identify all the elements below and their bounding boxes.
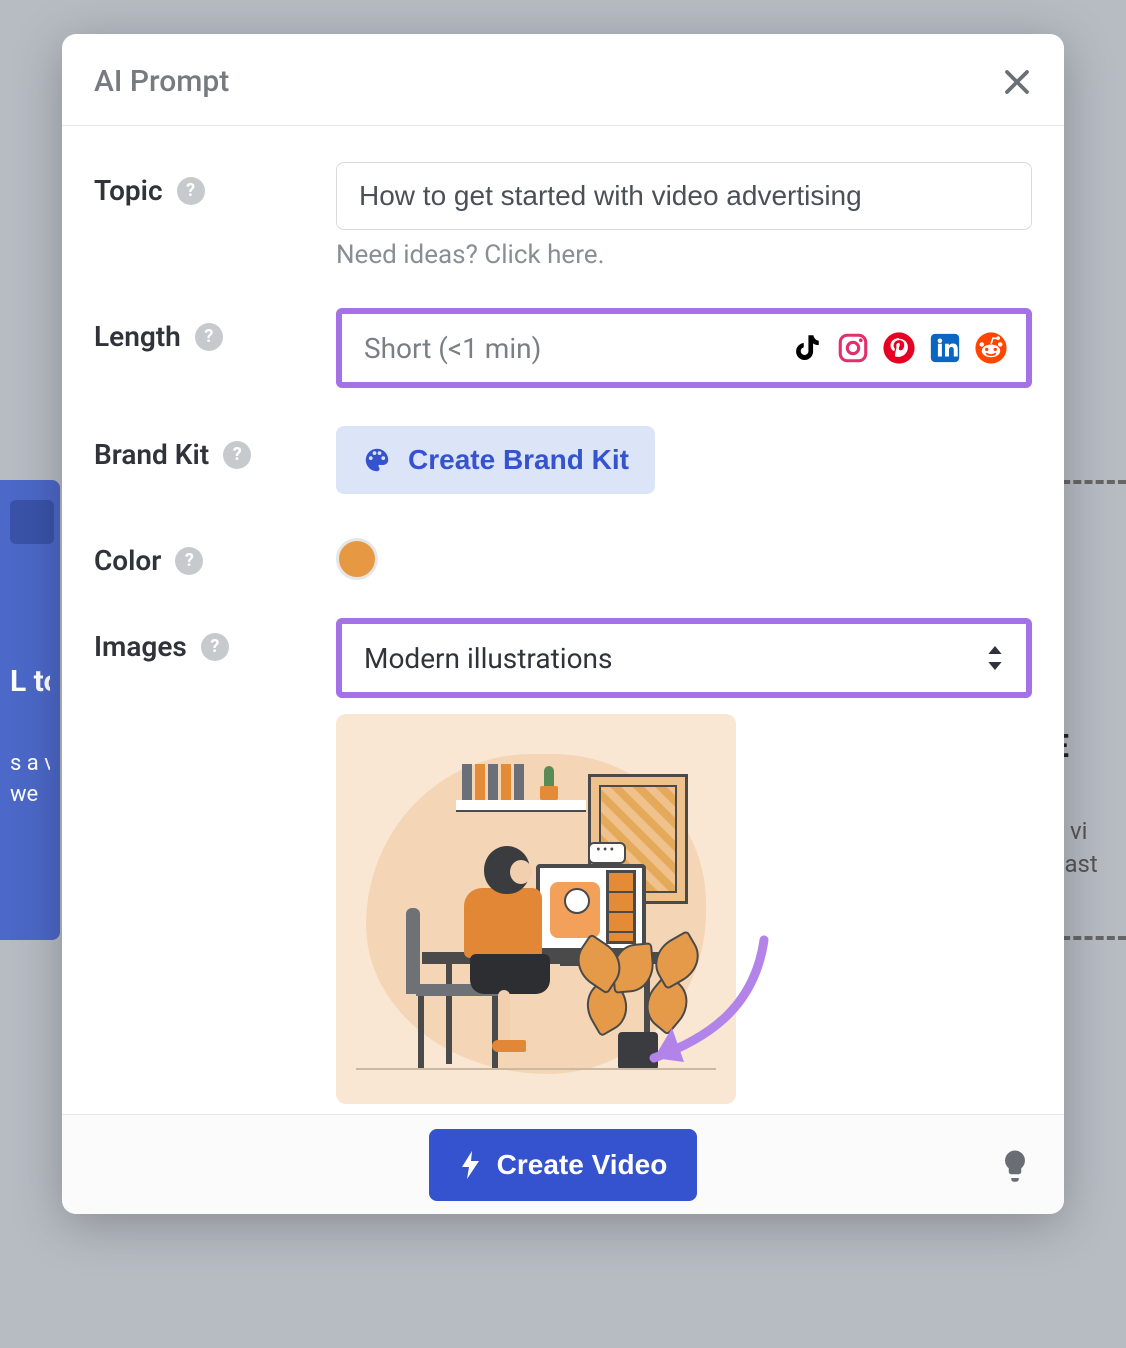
modal-title: AI Prompt: [94, 64, 229, 99]
topic-help-icon[interactable]: ?: [177, 177, 205, 205]
bg-left-title: L to: [10, 664, 50, 699]
color-field-col: [336, 532, 1032, 580]
length-label-col: Length ?: [94, 308, 336, 353]
instagram-icon: [836, 331, 870, 365]
length-row: Length ? Short (<1 min): [94, 308, 1032, 388]
modal-footer: Create Video: [62, 1114, 1064, 1214]
brandkit-label-col: Brand Kit ?: [94, 426, 336, 471]
create-video-label: Create Video: [497, 1149, 668, 1181]
illustration-preview: [336, 714, 736, 1104]
close-icon: [1002, 67, 1032, 97]
create-video-button[interactable]: Create Video: [429, 1129, 698, 1201]
topic-label-col: Topic ?: [94, 162, 336, 207]
brandkit-field-col: Create Brand Kit: [336, 426, 1032, 494]
color-label: Color: [94, 544, 161, 577]
length-select[interactable]: Short (<1 min): [336, 308, 1032, 388]
images-row: Images ? Modern illustrations: [94, 618, 1032, 1104]
close-button[interactable]: [1002, 67, 1032, 97]
images-label: Images: [94, 630, 187, 663]
images-help-icon[interactable]: ?: [201, 633, 229, 661]
brandkit-help-icon[interactable]: ?: [223, 441, 251, 469]
bg-left-line1: s a v: [10, 749, 50, 780]
select-caret-icon: [986, 646, 1004, 670]
brandkit-label: Brand Kit: [94, 438, 209, 471]
brandkit-row: Brand Kit ? Create Brand Kit: [94, 426, 1032, 494]
ai-prompt-modal: AI Prompt Topic ? Need ideas? Click here…: [62, 34, 1064, 1214]
color-row: Color ?: [94, 532, 1032, 580]
background-card-left: L to s a v we: [0, 480, 60, 940]
background-icon-placeholder: [10, 500, 54, 544]
linkedin-icon: [928, 331, 962, 365]
bg-left-line2: we: [10, 780, 50, 811]
tiktok-icon: [790, 331, 824, 365]
pinterest-icon: [882, 331, 916, 365]
topic-label: Topic: [94, 174, 163, 207]
length-label: Length: [94, 320, 181, 353]
topic-hint-link[interactable]: Need ideas? Click here.: [336, 240, 1032, 270]
palette-icon: [362, 445, 392, 475]
color-help-icon[interactable]: ?: [175, 547, 203, 575]
modal-body: Topic ? Need ideas? Click here. Length ?…: [62, 126, 1064, 1114]
color-label-col: Color ?: [94, 532, 336, 577]
length-help-icon[interactable]: ?: [195, 323, 223, 351]
images-select[interactable]: Modern illustrations: [336, 618, 1032, 698]
lightbulb-icon: [1000, 1148, 1030, 1183]
color-swatch[interactable]: [336, 538, 378, 580]
images-label-col: Images ?: [94, 618, 336, 663]
length-field-col: Short (<1 min): [336, 308, 1032, 388]
length-platform-icons: [790, 331, 1008, 365]
topic-row: Topic ? Need ideas? Click here.: [94, 162, 1032, 270]
reddit-icon: [974, 331, 1008, 365]
brandkit-button-label: Create Brand Kit: [408, 444, 629, 476]
bolt-icon: [459, 1151, 483, 1179]
modal-header: AI Prompt: [62, 34, 1064, 126]
images-field-col: Modern illustrations: [336, 618, 1032, 1104]
create-brand-kit-button[interactable]: Create Brand Kit: [336, 426, 655, 494]
length-value: Short (<1 min): [364, 332, 541, 365]
images-selected-value: Modern illustrations: [364, 642, 612, 675]
tips-button[interactable]: [1000, 1148, 1030, 1182]
topic-input[interactable]: [336, 162, 1032, 230]
topic-field-col: Need ideas? Click here.: [336, 162, 1032, 270]
